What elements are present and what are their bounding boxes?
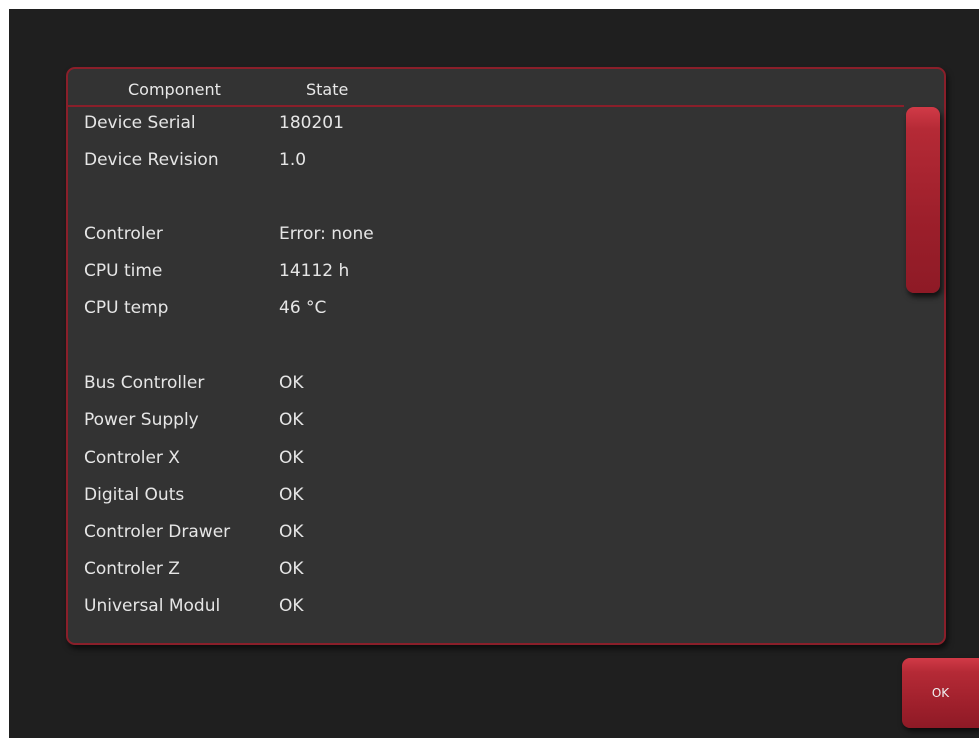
table-row: Controler Drawer OK <box>68 516 904 546</box>
ok-button[interactable]: OK <box>902 658 979 728</box>
table-row: Device Serial 180201 <box>68 107 904 137</box>
component-cell: Controler <box>84 224 163 244</box>
state-cell: 180201 <box>279 113 344 133</box>
table-row: Power Supply OK <box>68 404 904 434</box>
component-cell: Controler Z <box>84 559 180 579</box>
table-row: Device Revision 1.0 <box>68 144 904 174</box>
table-row: Controler X OK <box>68 442 904 472</box>
table-row: Digital Outs OK <box>68 479 904 509</box>
table-row <box>68 181 904 211</box>
state-cell: 14112 h <box>279 261 350 281</box>
column-header-component: Component <box>128 80 221 99</box>
component-cell: Universal Modul <box>84 596 221 616</box>
state-cell: OK <box>279 596 304 616</box>
component-cell: CPU time <box>84 261 163 281</box>
state-cell: OK <box>279 559 304 579</box>
component-cell: Controler Drawer <box>84 522 231 542</box>
component-cell: Device Revision <box>84 150 219 170</box>
component-cell: Digital Outs <box>84 485 185 505</box>
state-cell: 1.0 <box>279 150 307 170</box>
component-cell: Bus Controller <box>84 373 205 393</box>
table-row <box>68 329 904 359</box>
table-row: CPU temp 46 °C <box>68 292 904 322</box>
component-cell: Controler X <box>84 448 180 468</box>
state-cell: OK <box>279 485 304 505</box>
table-row: CPU time 14112 h <box>68 255 904 285</box>
table-row: Controler Error: none <box>68 218 904 248</box>
component-cell: Power Supply <box>84 410 199 430</box>
state-cell: OK <box>279 410 304 430</box>
column-header-state: State <box>306 80 349 99</box>
component-cell: Device Serial <box>84 113 196 133</box>
state-cell: OK <box>279 373 304 393</box>
component-cell: CPU temp <box>84 298 169 318</box>
status-table-panel: Component State Device Serial 180201 Devi… <box>66 67 946 645</box>
state-cell: OK <box>279 448 304 468</box>
table-header: Component State <box>68 69 904 107</box>
state-cell: OK <box>279 522 304 542</box>
table-row: Bus Controller OK <box>68 367 904 397</box>
state-cell: Error: none <box>279 224 374 244</box>
state-cell: 46 °C <box>279 298 327 318</box>
scrollbar-thumb[interactable] <box>906 107 940 293</box>
screen: Component State Device Serial 180201 Devi… <box>9 9 979 738</box>
table-row: Universal Modul OK <box>68 590 904 620</box>
table-row: Controler Z OK <box>68 553 904 583</box>
